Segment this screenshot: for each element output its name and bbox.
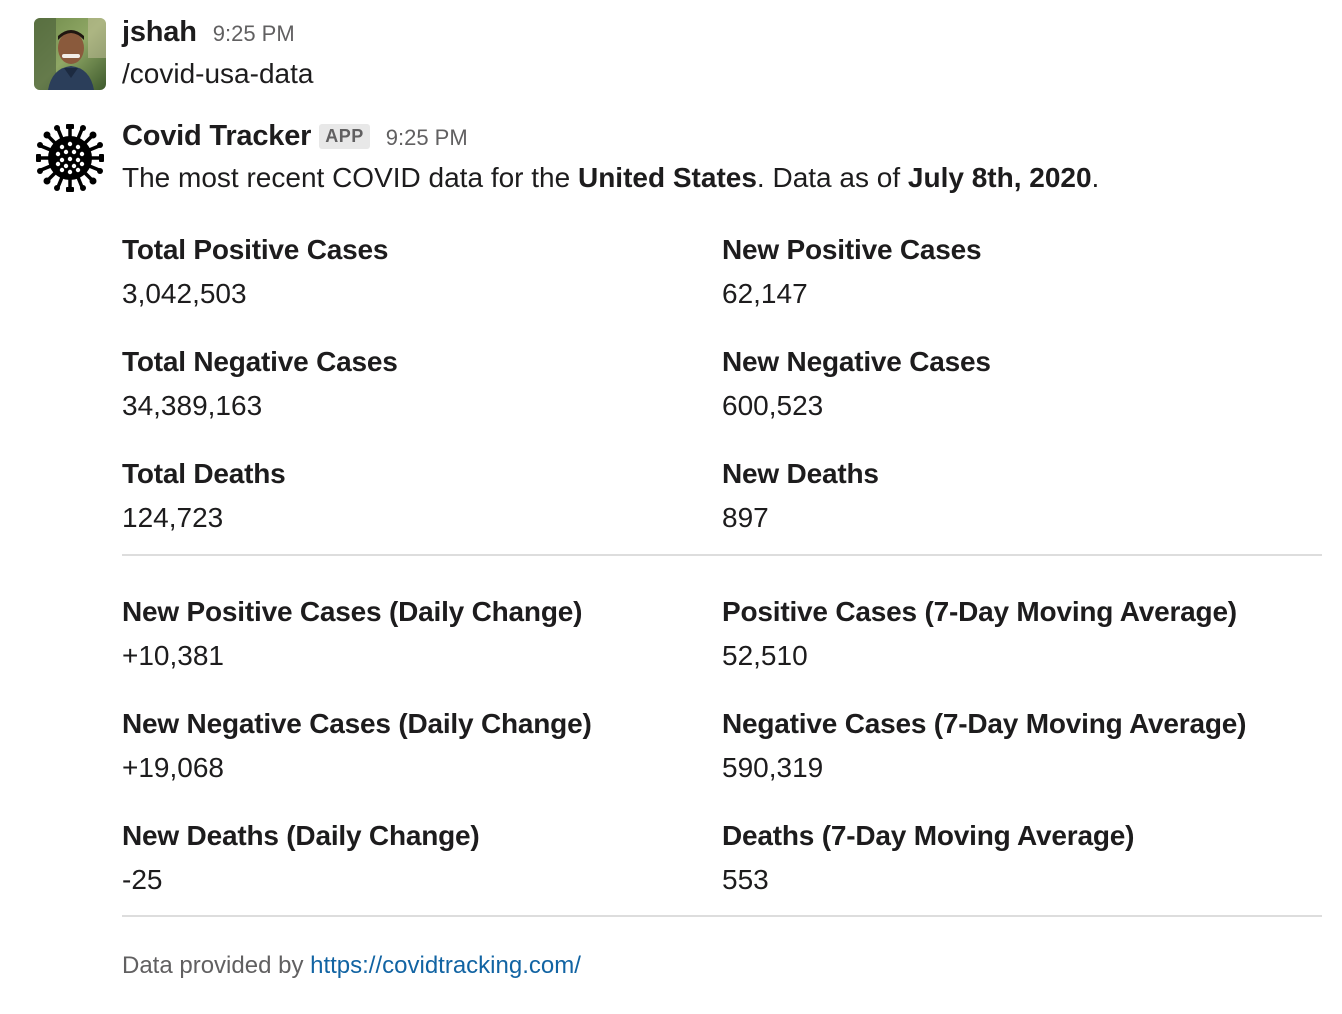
field-value: 897 — [722, 502, 769, 533]
field-value: 52,510 — [722, 640, 808, 671]
field-label: Negative Cases (7-Day Moving Average) — [722, 708, 1247, 739]
field-label: Total Positive Cases — [122, 234, 389, 265]
app-badge: APP — [319, 124, 370, 149]
intro-middle: . Data as of — [756, 162, 908, 193]
field-label: New Positive Cases — [722, 234, 982, 265]
field: New Deaths 897 — [722, 457, 1322, 535]
context-prefix: Data provided by — [122, 952, 311, 979]
field: Total Deaths 124,723 — [122, 457, 722, 535]
field-label: Total Negative Cases — [122, 346, 398, 377]
field: New Negative Cases (Daily Change) +19,06… — [122, 707, 722, 785]
bot-sender-name[interactable]: Covid Tracker — [122, 120, 311, 153]
field-value: -25 — [122, 864, 163, 895]
field: Negative Cases (7-Day Moving Average) 59… — [722, 707, 1322, 785]
message-timestamp[interactable]: 9:25 PM — [213, 21, 295, 47]
intro-date: July 8th, 2020 — [907, 162, 1092, 193]
data-source-context: Data provided by https://covidtracking.c… — [122, 952, 581, 980]
field: New Negative Cases 600,523 — [722, 345, 1322, 423]
intro-prefix: The most recent COVID data for the — [122, 162, 578, 193]
user-photo-avatar — [34, 18, 106, 90]
field-label: New Positive Cases (Daily Change) — [122, 596, 583, 627]
field-label: Positive Cases (7-Day Moving Average) — [722, 596, 1237, 627]
message-text: /covid-usa-data — [122, 58, 314, 89]
field-value: 124,723 — [122, 502, 224, 533]
field-value: 600,523 — [722, 390, 824, 421]
field-value: +10,381 — [122, 640, 224, 671]
field: Deaths (7-Day Moving Average) 553 — [722, 819, 1322, 897]
field: Positive Cases (7-Day Moving Average) 52… — [722, 595, 1322, 673]
data-source-link[interactable]: https://covidtracking.com/ — [310, 952, 581, 979]
intro-country: United States — [577, 162, 757, 193]
message-timestamp[interactable]: 9:25 PM — [386, 125, 468, 151]
virus-icon — [34, 122, 106, 194]
field-value: 34,389,163 — [122, 390, 263, 421]
section-divider — [122, 554, 1322, 556]
field: Total Negative Cases 34,389,163 — [122, 345, 722, 423]
field-label: Total Deaths — [122, 458, 286, 489]
field-value: 62,147 — [722, 278, 808, 309]
field: New Deaths (Daily Change) -25 — [122, 819, 722, 897]
field: New Positive Cases 62,147 — [722, 233, 1322, 311]
field-value: +19,068 — [122, 752, 224, 783]
field-value: 553 — [722, 864, 769, 895]
sender-name[interactable]: jshah — [122, 16, 197, 49]
field-value: 3,042,503 — [122, 278, 247, 309]
bot-intro-text: The most recent COVID data for the Unite… — [122, 158, 1322, 198]
user-avatar[interactable] — [34, 18, 106, 90]
field-label: New Deaths — [722, 458, 879, 489]
section-divider — [122, 915, 1322, 917]
bot-avatar[interactable] — [34, 122, 106, 194]
field-label: New Negative Cases (Daily Change) — [122, 708, 592, 739]
field: Total Positive Cases 3,042,503 — [122, 233, 722, 311]
field-label: Deaths (7-Day Moving Average) — [722, 820, 1135, 851]
field-label: New Negative Cases — [722, 346, 991, 377]
intro-suffix: . — [1091, 162, 1100, 193]
field: New Positive Cases (Daily Change) +10,38… — [122, 595, 722, 673]
field-label: New Deaths (Daily Change) — [122, 820, 480, 851]
field-value: 590,319 — [722, 752, 824, 783]
